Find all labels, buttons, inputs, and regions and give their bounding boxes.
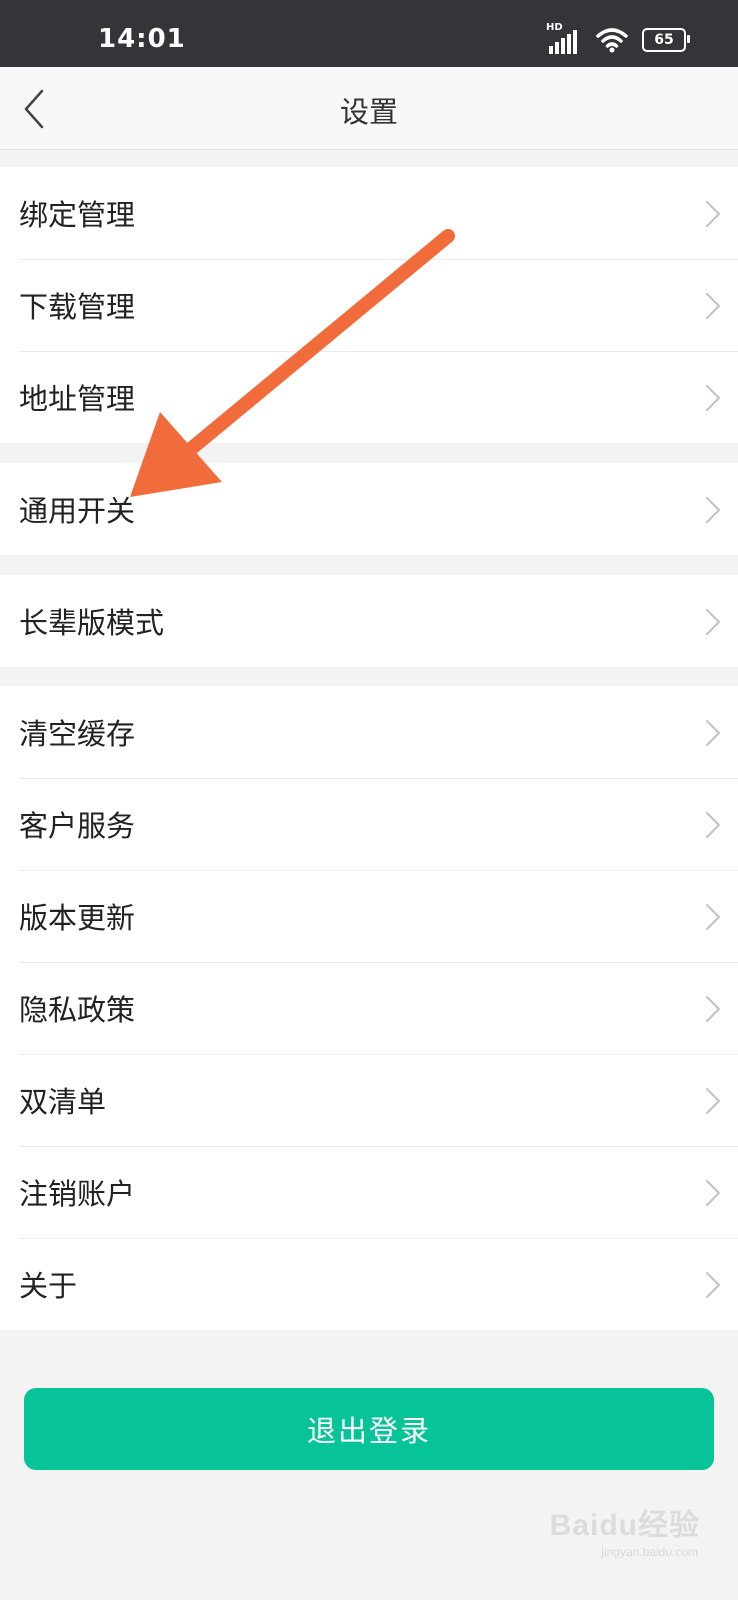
settings-group-management: 绑定管理 下载管理 地址管理 (0, 167, 738, 443)
settings-item-label: 清空缓存 (19, 717, 136, 751)
nav-bar: 设置 (0, 67, 738, 150)
settings-item-clear-cache[interactable]: 清空缓存 (0, 686, 738, 778)
settings-item-label: 通用开关 (19, 494, 136, 528)
chevron-right-icon (705, 719, 721, 747)
settings-item-label: 下载管理 (19, 290, 136, 324)
settings-item-label: 地址管理 (19, 382, 136, 416)
settings-item-binding[interactable]: 绑定管理 (0, 167, 738, 259)
settings-item-label: 关于 (19, 1269, 78, 1303)
settings-item-general-switch[interactable]: 通用开关 (0, 463, 738, 555)
battery-level: 65 (654, 32, 674, 48)
settings-item-label: 隐私政策 (19, 993, 136, 1027)
chevron-right-icon (705, 995, 721, 1023)
settings-group-other: 清空缓存 客户服务 版本更新 隐私政策 双清单 注销账户 关于 (0, 686, 738, 1330)
chevron-right-icon (705, 292, 721, 320)
watermark-url: jingyan.baidu.com (601, 1545, 698, 1559)
settings-item-download[interactable]: 下载管理 (0, 259, 738, 351)
settings-item-version-update[interactable]: 版本更新 (0, 870, 738, 962)
chevron-right-icon (705, 608, 721, 636)
chevron-right-icon (705, 1179, 721, 1207)
wifi-icon (596, 28, 628, 53)
settings-item-about[interactable]: 关于 (0, 1238, 738, 1330)
settings-item-label: 长辈版模式 (19, 606, 165, 640)
chevron-right-icon (705, 384, 721, 412)
settings-group-general: 通用开关 (0, 463, 738, 555)
chevron-right-icon (705, 200, 721, 228)
settings-item-customer-service[interactable]: 客户服务 (0, 778, 738, 870)
settings-item-label: 注销账户 (19, 1177, 136, 1211)
settings-item-label: 客户服务 (19, 809, 136, 843)
chevron-right-icon (705, 903, 721, 931)
signal-icon: HD (546, 22, 582, 54)
settings-item-address[interactable]: 地址管理 (0, 351, 738, 443)
chevron-right-icon (705, 496, 721, 524)
chevron-right-icon (705, 1271, 721, 1299)
battery-icon: 65 (642, 28, 690, 52)
settings-item-delete-account[interactable]: 注销账户 (0, 1146, 738, 1238)
logout-button[interactable]: 退出登录 (24, 1388, 714, 1470)
status-bar: 14:01 HD 65 (0, 0, 738, 67)
settings-item-label: 绑定管理 (19, 198, 136, 232)
chevron-right-icon (705, 1087, 721, 1115)
status-time: 14:01 (98, 24, 186, 54)
settings-item-privacy-policy[interactable]: 隐私政策 (0, 962, 738, 1054)
chevron-right-icon (705, 811, 721, 839)
settings-item-elder-mode[interactable]: 长辈版模式 (0, 575, 738, 667)
settings-group-elder: 长辈版模式 (0, 575, 738, 667)
settings-item-double-list[interactable]: 双清单 (0, 1054, 738, 1146)
watermark-logo: Baidu经验 (549, 1509, 700, 1542)
settings-item-label: 版本更新 (19, 901, 136, 935)
status-icons: HD 65 (546, 22, 690, 54)
settings-item-label: 双清单 (19, 1085, 107, 1119)
page-title: 设置 (339, 95, 398, 129)
